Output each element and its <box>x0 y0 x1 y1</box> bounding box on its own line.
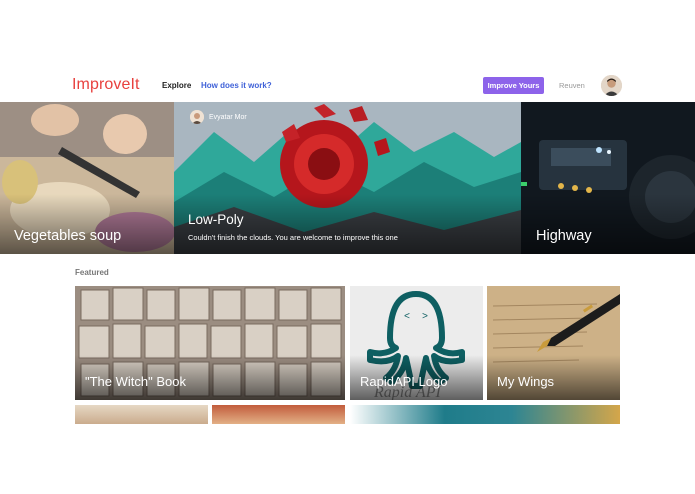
slide-description: Couldn't finish the clouds. You are welc… <box>188 233 398 242</box>
card-the-witch-book[interactable]: "The Witch" Book <box>75 286 345 400</box>
svg-text:>: > <box>422 312 428 323</box>
card-row2-3[interactable] <box>350 405 620 425</box>
card-row2-2[interactable] <box>212 405 345 425</box>
author-name: Evyatar Mor <box>209 113 247 121</box>
card-my-wings[interactable]: My Wings <box>487 286 620 400</box>
slide-author[interactable]: Evyatar Mor <box>190 110 247 124</box>
nav-explore-link[interactable]: Explore <box>162 81 191 90</box>
nav-how-it-works-link[interactable]: How does it work? <box>201 81 272 90</box>
page: ImproveIt Explore How does it work? Impr… <box>0 0 695 494</box>
hero-slide-low-poly[interactable]: Evyatar Mor Low-Poly Couldn't finish the… <box>174 102 521 254</box>
slide-title: Vegetables soup <box>14 228 122 244</box>
hero-carousel: Vegetables soup Evyatar Mor Low-Poly Cou… <box>0 102 695 254</box>
card-rapidapi-logo[interactable]: < > Rapid API RapidAPI Logo <box>350 286 483 400</box>
page-bottom <box>0 424 695 494</box>
card-row2-1[interactable] <box>75 405 208 425</box>
user-name[interactable]: Reuven <box>559 81 585 90</box>
featured-heading: Featured <box>75 268 109 277</box>
slide-shade <box>0 194 174 254</box>
author-avatar <box>190 110 204 124</box>
slide-shade <box>521 194 695 254</box>
card-title: RapidAPI Logo <box>360 374 448 389</box>
user-avatar-icon <box>601 75 622 96</box>
hero-slide-vegetables-soup[interactable]: Vegetables soup <box>0 102 174 254</box>
improve-yours-button[interactable]: Improve Yours <box>483 77 544 94</box>
slide-title: Low-Poly <box>188 212 244 227</box>
slide-title: Highway <box>536 228 592 244</box>
card-title: "The Witch" Book <box>85 374 186 389</box>
card-title: My Wings <box>497 374 555 389</box>
svg-text:<: < <box>404 312 410 323</box>
user-avatar[interactable] <box>601 75 622 96</box>
logo[interactable]: ImproveIt <box>72 76 140 94</box>
author-avatar-icon <box>190 110 204 124</box>
top-nav: ImproveIt Explore How does it work? Impr… <box>0 66 695 102</box>
hero-slide-highway[interactable]: Highway <box>521 102 695 254</box>
